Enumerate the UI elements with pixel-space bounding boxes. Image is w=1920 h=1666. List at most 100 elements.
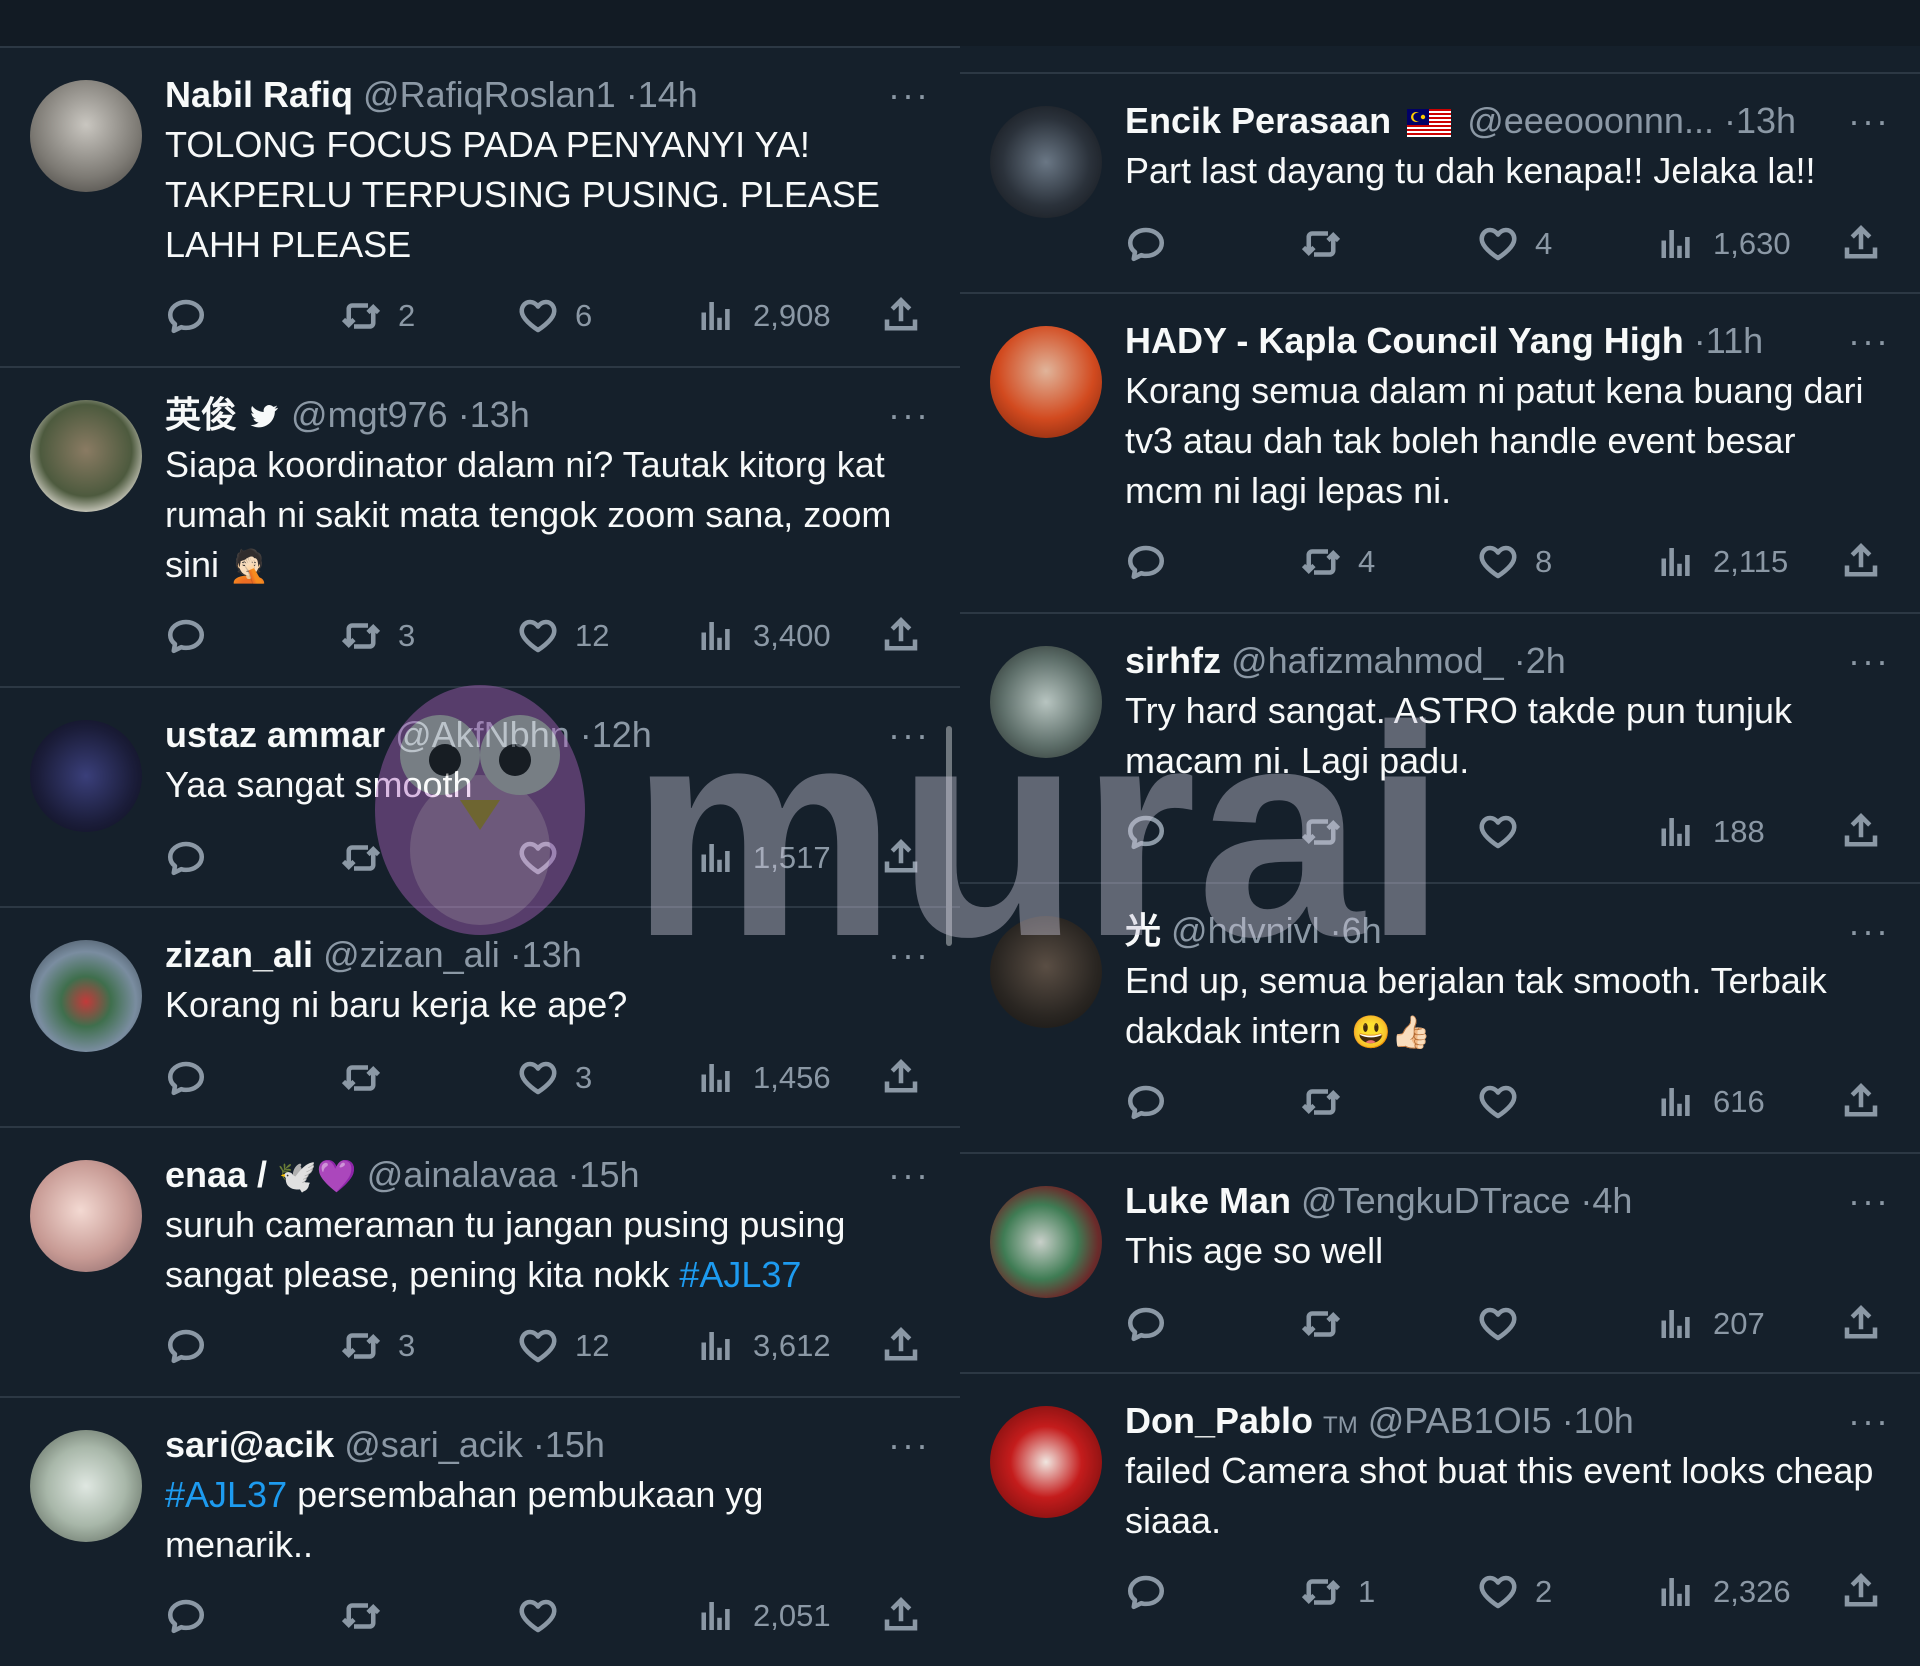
views-icon[interactable]: 2,908 [695, 295, 831, 337]
handle[interactable]: @PAB1OI5 [1368, 1400, 1552, 1441]
tweet[interactable]: Encik Perasaan @eeeooonnn... ·13h ··· Pa… [960, 72, 1920, 292]
more-options-icon[interactable]: ··· [1848, 1178, 1890, 1224]
tweet[interactable]: Nabil Rafiq @RafiqRoslan1 ·14h ··· TOLON… [0, 46, 960, 366]
tweet[interactable]: sirhfz @hafizmahmod_ ·2h ··· Try hard sa… [960, 612, 1920, 882]
hashtag-link[interactable]: #AJL37 [679, 1254, 801, 1295]
reply-icon[interactable] [1125, 1303, 1167, 1345]
like-icon[interactable]: 4 [1477, 223, 1552, 265]
retweet-icon[interactable] [1300, 811, 1358, 853]
retweet-icon[interactable]: 3 [340, 1325, 415, 1367]
display-name[interactable]: ustaz ammar [165, 714, 385, 755]
display-name[interactable]: Luke Man [1125, 1180, 1291, 1221]
handle[interactable]: @RafiqRoslan1 [363, 74, 616, 115]
views-icon[interactable]: 2,115 [1655, 541, 1788, 583]
display-name[interactable]: enaa / [165, 1154, 267, 1195]
share-icon[interactable] [1840, 1303, 1882, 1345]
timestamp[interactable]: 6h [1342, 910, 1382, 951]
handle[interactable]: @hdvnivl [1171, 910, 1320, 951]
avatar[interactable] [30, 400, 142, 512]
share-icon[interactable] [880, 1595, 922, 1637]
like-icon[interactable]: 12 [517, 1325, 609, 1367]
handle[interactable]: @TengkuDTrace [1301, 1180, 1570, 1221]
share-icon[interactable] [880, 615, 922, 657]
like-icon[interactable] [1477, 1303, 1535, 1345]
avatar[interactable] [990, 1406, 1102, 1518]
avatar[interactable] [30, 720, 142, 832]
reply-icon[interactable] [1125, 1081, 1167, 1123]
more-options-icon[interactable]: ··· [888, 1422, 930, 1468]
retweet-icon[interactable] [340, 837, 398, 879]
display-name[interactable]: Nabil Rafiq [165, 74, 353, 115]
views-icon[interactable]: 207 [1655, 1303, 1765, 1345]
like-icon[interactable] [517, 1595, 575, 1637]
views-icon[interactable]: 3,612 [695, 1325, 831, 1367]
share-icon[interactable] [1840, 1081, 1882, 1123]
display-name[interactable]: Don_Pablo [1125, 1400, 1313, 1441]
timestamp[interactable]: 2h [1526, 640, 1566, 681]
tweet[interactable]: Luke Man @TengkuDTrace ·4h ··· This age … [960, 1152, 1920, 1372]
reply-icon[interactable] [165, 837, 207, 879]
like-icon[interactable]: 8 [1477, 541, 1552, 583]
avatar[interactable] [990, 1186, 1102, 1298]
more-options-icon[interactable]: ··· [1848, 318, 1890, 364]
avatar[interactable] [990, 106, 1102, 218]
share-icon[interactable] [880, 837, 922, 879]
timestamp[interactable]: 13h [522, 934, 582, 975]
handle[interactable]: @hafizmahmod_ [1231, 640, 1504, 681]
tweet[interactable]: ustaz ammar @AkfNbhn ·12h ··· Yaa sangat… [0, 686, 960, 906]
views-icon[interactable]: 2,326 [1655, 1571, 1791, 1613]
avatar[interactable] [990, 916, 1102, 1028]
reply-icon[interactable] [165, 1325, 207, 1367]
more-options-icon[interactable]: ··· [888, 712, 930, 758]
tweet[interactable]: enaa / 🕊️💜 @ainalavaa ·15h ··· suruh cam… [0, 1126, 960, 1396]
retweet-icon[interactable] [340, 1057, 398, 1099]
like-icon[interactable]: 12 [517, 615, 609, 657]
display-name[interactable]: sirhfz [1125, 640, 1221, 681]
retweet-icon[interactable] [340, 1595, 398, 1637]
avatar[interactable] [30, 80, 142, 192]
scrollbar-thumb[interactable] [946, 726, 952, 946]
timestamp[interactable]: 11h [1706, 320, 1763, 361]
tweet[interactable]: 光 @hdvnivl ·6h ··· End up, semua berjala… [960, 882, 1920, 1152]
views-icon[interactable]: 3,400 [695, 615, 831, 657]
views-icon[interactable]: 1,456 [695, 1057, 831, 1099]
tweet[interactable]: zizan_ali @zizan_ali ·13h ··· Korang ni … [0, 906, 960, 1126]
more-options-icon[interactable]: ··· [1848, 1398, 1890, 1444]
reply-icon[interactable] [1125, 811, 1167, 853]
more-options-icon[interactable]: ··· [1848, 98, 1890, 144]
avatar[interactable] [990, 326, 1102, 438]
tweet[interactable]: HADY - Kapla Council Yang High ·11h ··· … [960, 292, 1920, 612]
handle[interactable]: @eeeooonnn... [1467, 100, 1714, 141]
like-icon[interactable]: 6 [517, 295, 592, 337]
reply-icon[interactable] [165, 1595, 207, 1637]
retweet-icon[interactable] [1300, 223, 1358, 265]
views-icon[interactable]: 616 [1655, 1081, 1765, 1123]
avatar[interactable] [30, 1160, 142, 1272]
timestamp[interactable]: 4h [1592, 1180, 1632, 1221]
like-icon[interactable] [1477, 811, 1535, 853]
like-icon[interactable]: 2 [1477, 1571, 1552, 1613]
views-icon[interactable]: 1,517 [695, 837, 831, 879]
like-icon[interactable]: 3 [517, 1057, 592, 1099]
timestamp[interactable]: 13h [1736, 100, 1796, 141]
reply-icon[interactable] [1125, 541, 1167, 583]
handle[interactable]: @zizan_ali [323, 934, 500, 975]
display-name[interactable]: sari@acik [165, 1424, 334, 1465]
more-options-icon[interactable]: ··· [888, 932, 930, 978]
share-icon[interactable] [1840, 223, 1882, 265]
reply-icon[interactable] [165, 615, 207, 657]
retweet-icon[interactable] [1300, 1303, 1358, 1345]
handle[interactable]: @sari_acik [344, 1424, 523, 1465]
more-options-icon[interactable]: ··· [1848, 638, 1890, 684]
display-name[interactable]: 英俊 [165, 394, 237, 435]
avatar[interactable] [30, 1430, 142, 1542]
handle[interactable]: @AkfNbhn [395, 714, 570, 755]
retweet-icon[interactable] [1300, 1081, 1358, 1123]
display-name[interactable]: Encik Perasaan [1125, 100, 1391, 141]
more-options-icon[interactable]: ··· [888, 392, 930, 438]
share-icon[interactable] [880, 1325, 922, 1367]
handle[interactable]: @ainalavaa [367, 1154, 558, 1195]
display-name[interactable]: HADY - Kapla Council Yang High [1125, 320, 1684, 361]
timestamp[interactable]: 10h [1574, 1400, 1634, 1441]
more-options-icon[interactable]: ··· [888, 72, 930, 118]
